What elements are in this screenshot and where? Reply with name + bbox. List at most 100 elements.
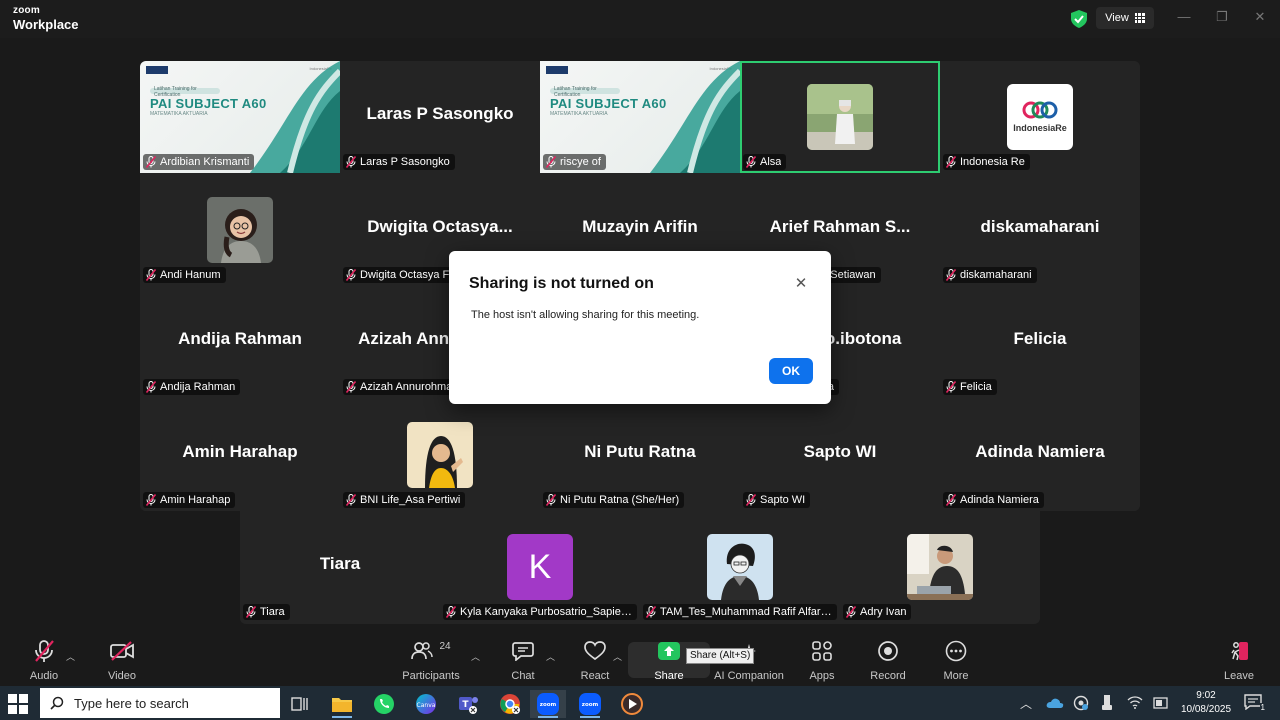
participant-tile[interactable]: K Kyla Kanyaka Purbosatrio_Sapienza U... <box>440 511 640 623</box>
participant-tile[interactable]: diskamaharani diskamaharani <box>940 173 1140 286</box>
search-placeholder: Type here to search <box>74 695 189 711</box>
record-button[interactable]: Record <box>858 636 918 684</box>
participant-name-label: Adinda Namiera <box>943 491 1044 508</box>
participant-name: Felicia <box>960 381 992 393</box>
participant-display-name: Adinda Namiera <box>975 441 1105 461</box>
participant-tile[interactable]: Andija Rahman Andija Rahman <box>140 286 340 398</box>
muted-mic-icon <box>246 606 256 618</box>
participant-name-label: Laras P Sasongko <box>343 154 455 170</box>
participant-display-name: Andija Rahman <box>178 329 302 348</box>
chrome-icon[interactable] <box>492 690 528 718</box>
chat-button[interactable]: Chat <box>493 636 553 684</box>
zoom-taskbar-icon-2[interactable]: zoom <box>572 690 608 718</box>
muted-mic-icon <box>346 493 356 506</box>
usb-device-icon[interactable] <box>1101 695 1113 711</box>
participant-display-name: Dwigita Octasya... <box>367 216 513 236</box>
participant-tile[interactable]: Sapto WI Sapto WI <box>740 398 940 511</box>
participant-tile[interactable]: Amin Harahap Amin Harahap <box>140 398 340 511</box>
onedrive-icon[interactable] <box>1046 697 1064 709</box>
participant-name: Laras P Sasongko <box>360 156 450 168</box>
dialog-close-icon[interactable]: ✕ <box>791 274 811 294</box>
apps-button[interactable]: Apps <box>792 636 852 684</box>
participants-count: 24 <box>439 640 451 652</box>
battery-icon[interactable] <box>1153 695 1169 711</box>
participant-tile[interactable]: TAM_Tes_Muhammad Rafif Alfarizti <box>640 511 840 623</box>
windows-start-icon[interactable] <box>8 694 28 714</box>
record-icon <box>878 641 898 661</box>
muted-mic-icon <box>446 606 456 618</box>
taskbar-clock[interactable]: 9:02 10/08/2025 <box>1178 689 1234 717</box>
react-caret-icon[interactable]: ︿ <box>613 650 622 663</box>
participant-display-name: Muzayin Arifin <box>582 216 698 236</box>
participant-tile[interactable]: Adinda Namiera Adinda Namiera <box>940 398 1140 511</box>
task-view-icon[interactable] <box>282 690 318 718</box>
canva-icon[interactable]: Canva <box>408 690 444 718</box>
muted-mic-icon <box>546 493 556 506</box>
tile-graphic <box>650 61 740 173</box>
wifi-icon[interactable] <box>1127 695 1143 709</box>
participant-name-label: TAM_Tes_Muhammad Rafif Alfarizti <box>643 604 837 620</box>
participant-name: Andi Hanum <box>160 268 221 281</box>
security-tray-icon[interactable] <box>1073 695 1089 711</box>
ok-button[interactable]: OK <box>769 358 813 384</box>
participant-name: Adinda Namiera <box>960 493 1039 506</box>
teams-icon[interactable]: T <box>450 690 486 718</box>
svg-text:T: T <box>462 700 469 710</box>
more-button[interactable]: More <box>926 636 986 684</box>
participant-tile[interactable]: Laras P Sasongko Laras P Sasongko <box>340 61 540 173</box>
more-dots-icon <box>945 640 967 662</box>
participants-caret-icon[interactable]: ︿ <box>471 650 480 663</box>
participant-tile[interactable]: Andi Hanum <box>140 173 340 286</box>
share-tooltip: Share (Alt+S) <box>686 648 755 664</box>
participant-photo <box>707 534 773 600</box>
encryption-shield-icon[interactable] <box>1071 10 1087 28</box>
view-label: View <box>1105 12 1129 24</box>
participants-button[interactable]: 24 Participants <box>401 636 461 684</box>
chat-label: Chat <box>511 670 535 682</box>
participant-name: BNI Life_Asa Pertiwi <box>360 493 461 506</box>
notification-count-badge: 1 <box>1259 703 1266 712</box>
tray-overflow-caret-icon[interactable]: ︿ <box>1020 695 1032 712</box>
file-explorer-icon[interactable] <box>324 690 360 718</box>
minimize-icon[interactable]: — <box>1174 9 1194 24</box>
participant-tile[interactable]: Ni Putu Ratna Ni Putu Ratna (She/Her) <box>540 398 740 511</box>
close-window-icon[interactable]: ✕ <box>1250 9 1270 25</box>
video-off-icon <box>110 641 134 661</box>
participant-tile[interactable]: IndonesiaRe Latihan Training for Certific… <box>540 61 740 173</box>
leave-label: Leave <box>1224 670 1254 682</box>
maximize-icon[interactable]: ❐ <box>1212 9 1232 25</box>
leave-button[interactable]: Leave <box>1209 636 1269 684</box>
view-button[interactable]: View <box>1096 7 1154 29</box>
letter-avatar: K <box>507 534 573 600</box>
participant-name-label: Sapto WI <box>743 491 811 508</box>
participant-name-label: Indonesia Re <box>943 154 1030 170</box>
participant-tile[interactable]: BNI Life_Asa Pertiwi <box>340 398 540 511</box>
taskbar-search-input[interactable]: Type here to search <box>40 688 280 718</box>
participant-tile[interactable]: Felicia Felicia <box>940 286 1140 398</box>
participant-name: Adry Ivan <box>860 606 907 618</box>
tile-graphic: IndonesiaRe <box>1013 101 1067 133</box>
audio-options-caret-icon[interactable]: ︿ <box>66 650 75 663</box>
participant-tile[interactable]: Adry Ivan <box>840 511 1040 623</box>
participant-name-label: Tiara <box>243 604 290 620</box>
tile-graphic <box>407 421 473 488</box>
muted-mic-icon <box>146 156 156 168</box>
video-button[interactable]: Video <box>92 636 152 684</box>
media-player-icon[interactable] <box>614 690 650 718</box>
ai-companion-label: AI Companion <box>714 670 784 682</box>
whatsapp-icon[interactable] <box>366 690 402 718</box>
audio-button[interactable]: Audio <box>14 636 74 684</box>
zoom-taskbar-icon-1[interactable]: zoom <box>530 690 566 718</box>
clock-date: 10/08/2025 <box>1180 704 1232 715</box>
participant-name-label: Felicia <box>943 379 997 395</box>
notification-center-icon[interactable]: 1 <box>1244 694 1266 712</box>
muted-mic-icon <box>946 268 956 281</box>
participant-photo <box>407 421 473 488</box>
participant-tile[interactable]: Tiara Tiara <box>240 511 440 623</box>
participant-tile[interactable]: Alsa <box>740 61 940 173</box>
chat-caret-icon[interactable]: ︿ <box>546 650 555 663</box>
participant-name-label: Ardibian Krismanti <box>143 154 255 170</box>
participant-tile[interactable]: IndonesiaRe Indonesia Re <box>940 61 1140 173</box>
svg-text:zoom: zoom <box>582 702 599 708</box>
participant-tile[interactable]: IndonesiaRe Latihan Training for Certific… <box>140 61 340 173</box>
